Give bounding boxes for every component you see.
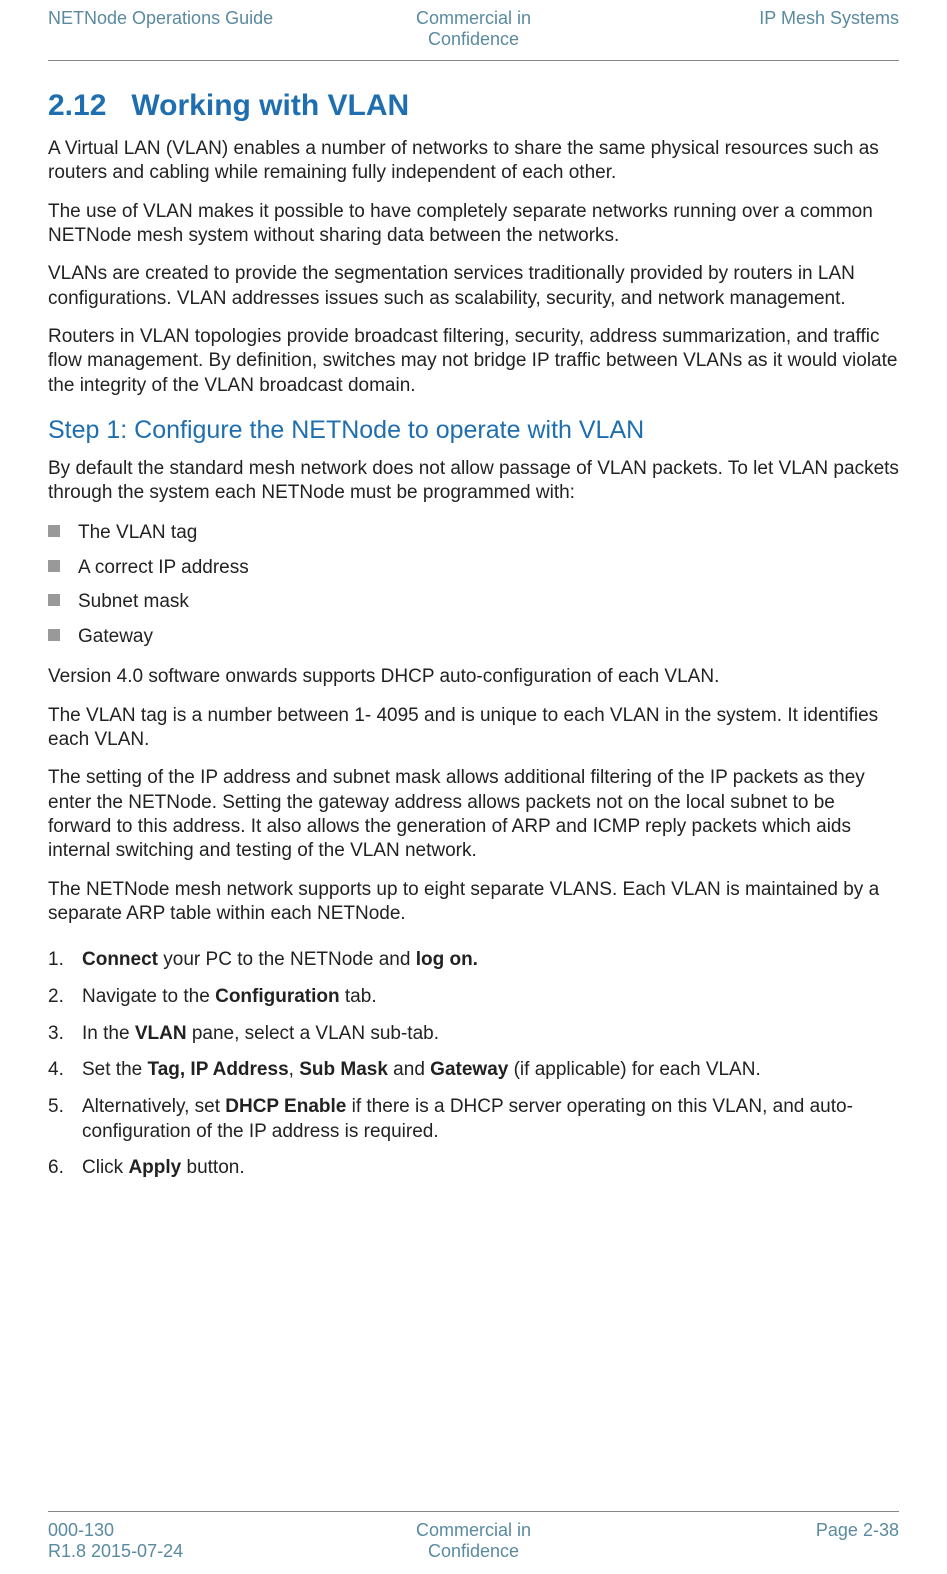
text: Navigate to the bbox=[82, 986, 215, 1007]
page-footer: 000-130 R1.8 2015-07-24 Commercial in Co… bbox=[0, 1512, 947, 1574]
step1-after1: Version 4.0 software onwards supports DH… bbox=[48, 665, 899, 689]
text: (if applicable) for each VLAN. bbox=[508, 1059, 760, 1080]
list-item: In the VLAN pane, select a VLAN sub-tab. bbox=[48, 1022, 899, 1047]
section-title: 2.12 Working with VLAN bbox=[48, 89, 899, 123]
text: , bbox=[289, 1059, 300, 1080]
text: In the bbox=[82, 1023, 135, 1044]
step1-title: Step 1: Configure the NETNode to operate… bbox=[48, 416, 899, 445]
bold-text: Tag, IP Address bbox=[148, 1059, 289, 1080]
footer-left-line1: 000-130 bbox=[48, 1520, 114, 1540]
bold-text: Gateway bbox=[430, 1059, 508, 1080]
page-header: NETNode Operations Guide Commercial in C… bbox=[0, 0, 947, 50]
step1-after3: The setting of the IP address and subnet… bbox=[48, 766, 899, 863]
list-item: Set the Tag, IP Address, Sub Mask and Ga… bbox=[48, 1058, 899, 1083]
paragraph-4: Routers in VLAN topologies provide broad… bbox=[48, 325, 899, 398]
footer-right: Page 2-38 bbox=[618, 1520, 899, 1562]
header-left: NETNode Operations Guide bbox=[48, 8, 329, 50]
list-item: Subnet mask bbox=[48, 588, 899, 617]
bold-text: Connect bbox=[82, 949, 158, 970]
list-item: A correct IP address bbox=[48, 554, 899, 583]
bold-text: VLAN bbox=[135, 1023, 187, 1044]
list-item: Gateway bbox=[48, 623, 899, 652]
content: 2.12 Working with VLAN A Virtual LAN (VL… bbox=[0, 61, 947, 1181]
paragraph-2: The use of VLAN makes it possible to hav… bbox=[48, 200, 899, 249]
text: Click bbox=[82, 1157, 128, 1178]
list-item: The VLAN tag bbox=[48, 519, 899, 548]
step1-after4: The NETNode mesh network supports up to … bbox=[48, 878, 899, 927]
section-number: 2.12 bbox=[48, 89, 106, 122]
paragraph-1: A Virtual LAN (VLAN) enables a number of… bbox=[48, 137, 899, 186]
numbered-list: Connect your PC to the NETNode and log o… bbox=[48, 948, 899, 1181]
list-item: Navigate to the Configuration tab. bbox=[48, 985, 899, 1010]
text: Alternatively, set bbox=[82, 1096, 225, 1117]
bold-text: log on. bbox=[416, 949, 478, 970]
step1-after2: The VLAN tag is a number between 1- 4095… bbox=[48, 704, 899, 753]
footer-center-line2: Confidence bbox=[428, 1541, 519, 1561]
text: pane, select a VLAN sub-tab. bbox=[187, 1023, 439, 1044]
bold-text: Apply bbox=[128, 1157, 181, 1178]
list-item: Connect your PC to the NETNode and log o… bbox=[48, 948, 899, 973]
header-center: Commercial in Confidence bbox=[333, 8, 614, 50]
header-right: IP Mesh Systems bbox=[618, 8, 899, 50]
bullet-list: The VLAN tag A correct IP address Subnet… bbox=[48, 519, 899, 651]
bold-text: Configuration bbox=[215, 986, 340, 1007]
step1-intro: By default the standard mesh network doe… bbox=[48, 457, 899, 506]
bold-text: Sub Mask bbox=[299, 1059, 388, 1080]
text: your PC to the NETNode and bbox=[158, 949, 416, 970]
text: Set the bbox=[82, 1059, 148, 1080]
header-center-line2: Confidence bbox=[428, 29, 519, 49]
section-title-text: Working with VLAN bbox=[131, 89, 409, 122]
paragraph-3: VLANs are created to provide the segment… bbox=[48, 262, 899, 311]
text: tab. bbox=[340, 986, 377, 1007]
footer-center: Commercial in Confidence bbox=[333, 1520, 614, 1562]
list-item: Alternatively, set DHCP Enable if there … bbox=[48, 1095, 899, 1144]
footer-left-line2: R1.8 2015-07-24 bbox=[48, 1541, 183, 1561]
footer-wrap: 000-130 R1.8 2015-07-24 Commercial in Co… bbox=[0, 1511, 947, 1574]
text: button. bbox=[181, 1157, 244, 1178]
header-center-line1: Commercial in bbox=[416, 8, 531, 28]
footer-left: 000-130 R1.8 2015-07-24 bbox=[48, 1520, 329, 1562]
bold-text: DHCP Enable bbox=[225, 1096, 346, 1117]
list-item: Click Apply button. bbox=[48, 1156, 899, 1181]
footer-center-line1: Commercial in bbox=[416, 1520, 531, 1540]
text: and bbox=[388, 1059, 430, 1080]
